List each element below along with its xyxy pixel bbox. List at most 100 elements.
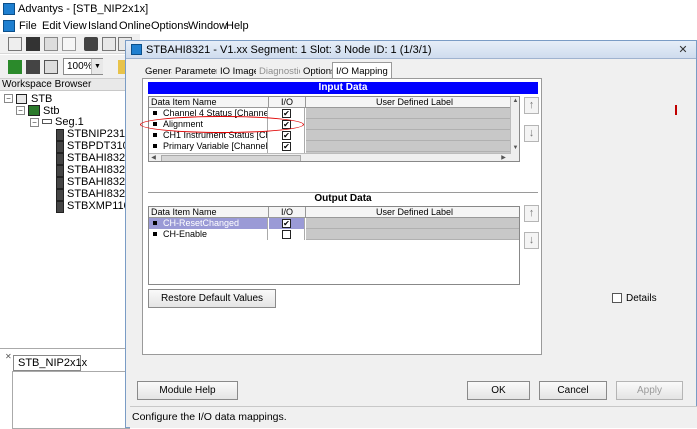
menu-help[interactable]: Help [226,20,249,32]
details-checkbox[interactable] [612,293,622,303]
io-checkbox[interactable]: ✔ [282,142,291,151]
output-data-header: Output Data [148,192,538,204]
data-item-name: CH-Enable [163,229,208,239]
app-title: Advantys - [STB_NIP2x1x] [18,3,149,15]
module-icon [56,141,64,153]
restore-defaults-button[interactable]: Restore Default Values [148,289,276,308]
input-horizontal-scrollbar[interactable]: ◀ ▶ [149,153,511,161]
user-label-cell[interactable] [306,119,519,130]
column-header-io[interactable]: I/O [269,207,306,218]
island-icon [28,105,40,116]
app-icon [3,3,15,15]
io-checkbox[interactable]: ✔ [282,109,291,118]
table-row[interactable]: CH-Enable [149,229,519,240]
scroll-left-icon[interactable]: ◀ [149,154,158,161]
main-toolbar [0,34,140,54]
dialog-titlebar[interactable]: STBAHI8321 - V1.xx Segment: 1 Slot: 3 No… [126,41,696,59]
project-panel: ✕ STB_NIP2x1x [0,348,130,429]
grid-header: Data Item Name I/O User Defined Label [149,207,519,218]
module-icon [56,189,64,201]
new-icon[interactable] [8,37,22,51]
tree-view-icon[interactable] [8,60,22,74]
grid-icon[interactable] [62,37,76,51]
tree-item-segment[interactable]: Seg.1 [55,116,84,128]
folder-icon [16,94,27,104]
user-label-cell[interactable] [306,141,519,152]
column-header-name[interactable]: Data Item Name [149,207,269,218]
scroll-down-icon[interactable]: ▼ [511,144,519,153]
cancel-button[interactable]: Cancel [539,381,607,400]
io-checkbox[interactable] [282,230,291,239]
tab-strip: General Parameters IO Image Diagnostics … [142,62,552,79]
window-menu-icon[interactable] [3,20,15,32]
io-cell: ✔ [269,130,305,141]
close-icon[interactable]: ✕ [5,352,12,361]
tab-io-mapping[interactable]: I/O Mapping [332,62,392,79]
menu-edit[interactable]: Edit [42,20,61,32]
menu-island[interactable]: Island [88,20,117,32]
data-item-name-cell[interactable]: CH-ResetChanged [149,218,268,229]
chevron-down-icon[interactable]: ▼ [91,59,103,74]
close-icon[interactable]: ✕ [674,43,692,57]
highlight-ellipse [140,116,304,133]
table-row[interactable]: CH-ResetChanged ✔ [149,218,519,229]
segment-icon [42,119,52,124]
tree-expander-segment[interactable]: − [30,118,39,127]
secondary-toolbar: 100% ▼ [0,55,140,79]
bullet-icon [153,144,157,149]
dialog-title: STBAHI8321 - V1.xx Segment: 1 Slot: 3 No… [146,44,432,56]
module-icon [56,177,64,189]
menu-view[interactable]: View [63,20,87,32]
save-icon[interactable] [26,37,40,51]
module-icon [56,201,64,213]
menu-window[interactable]: Window [188,20,227,32]
io-checkbox[interactable]: ✔ [282,219,291,228]
workspace-browser: Workspace Browser − STB − Stb − Seg.1 ST… [0,79,144,349]
column-header-label[interactable]: User Defined Label [306,207,519,218]
module-properties-dialog: STBAHI8321 - V1.xx Segment: 1 Slot: 3 No… [125,40,697,428]
module-help-button[interactable]: Module Help [137,381,238,400]
project-tab[interactable]: STB_NIP2x1x [13,355,87,371]
menu-online[interactable]: Online [119,20,151,32]
data-item-name-cell[interactable]: CH-Enable [149,229,268,240]
bullet-icon [153,133,157,138]
island-view-icon[interactable] [26,60,40,74]
app-titlebar: Advantys - [STB_NIP2x1x] [0,0,697,18]
user-label-cell[interactable] [306,218,519,229]
menu-file[interactable]: File [19,20,37,32]
apply-button[interactable]: Apply [616,381,683,400]
annotation-mark [675,105,677,115]
input-move-up-button[interactable]: ↑ [524,97,539,114]
io-view-icon[interactable] [44,60,58,74]
scroll-right-icon[interactable]: ▶ [499,154,508,161]
input-vertical-scrollbar[interactable]: ▲ ▼ [510,97,519,161]
column-header-io[interactable]: I/O [269,97,306,108]
column-header-label[interactable]: User Defined Label [306,97,519,108]
io-cell [269,229,305,240]
user-label-cell[interactable] [306,229,519,240]
scrollbar-thumb[interactable] [161,155,301,161]
ok-button[interactable]: OK [467,381,530,400]
io-checkbox[interactable]: ✔ [282,131,291,140]
print-icon[interactable] [84,37,98,51]
cut-icon[interactable] [102,37,116,51]
scroll-up-icon[interactable]: ▲ [511,97,519,106]
bullet-icon [153,111,157,116]
output-move-up-button[interactable]: ↑ [524,205,539,222]
bullet-icon [153,232,157,237]
data-item-name-cell[interactable]: Primary Variable [Channel 1 In... [149,141,268,152]
user-label-cell[interactable] [306,130,519,141]
tree-expander-island[interactable]: − [16,106,25,115]
bullet-icon [153,221,157,226]
tree-expander-stb[interactable]: − [4,94,13,103]
dialog-icon [131,44,142,55]
table-row[interactable]: Primary Variable [Channel 1 In... ✔ [149,141,519,152]
menu-options[interactable]: Options [151,20,189,32]
column-header-name[interactable]: Data Item Name [149,97,269,108]
io-cell: ✔ [269,141,305,152]
output-move-down-button[interactable]: ↓ [524,232,539,249]
input-move-down-button[interactable]: ↓ [524,125,539,142]
user-label-cell[interactable] [306,108,519,119]
tree-item-root[interactable]: STB [31,93,52,105]
build-icon[interactable] [44,37,58,51]
